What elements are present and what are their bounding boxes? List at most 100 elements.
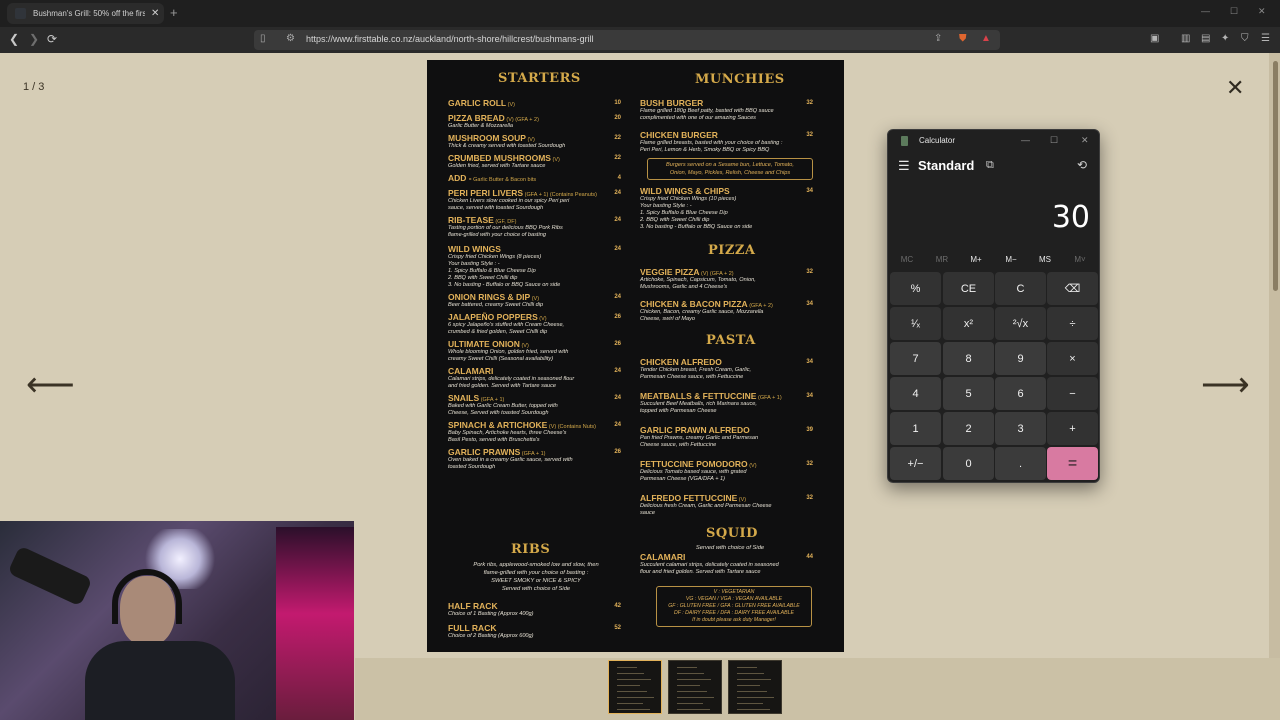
digit-3-key[interactable]: 3 xyxy=(995,412,1046,445)
digit-2-key[interactable]: 2 xyxy=(943,412,994,445)
menu-item-title: CRUMBED MUSHROOMS xyxy=(448,153,551,163)
tab-close-icon[interactable]: ✕ xyxy=(151,8,159,19)
menu-item-title: MEATBALLS & FETTUCCINE xyxy=(640,391,757,401)
vpn-icon[interactable]: ⛉ xyxy=(1241,33,1249,44)
memory-button[interactable]: M˅ xyxy=(1063,255,1097,264)
digit-9-key[interactable]: 9 xyxy=(995,342,1046,375)
squid-heading: SQUID xyxy=(706,526,758,541)
wallet-icon[interactable]: ▤ xyxy=(1201,33,1210,44)
window-maximize-icon[interactable]: ☐ xyxy=(1230,6,1238,17)
square-key[interactable]: x² xyxy=(943,307,994,340)
thumbnail-text-line xyxy=(617,685,640,686)
thumbnail-text-line xyxy=(677,697,714,698)
menu-item-title: HALF RACK xyxy=(448,601,498,611)
menu-item-price: 4 xyxy=(617,175,621,181)
gallery-thumbnails xyxy=(355,658,1280,720)
memory-button[interactable]: MC xyxy=(890,255,924,264)
memory-button[interactable]: M+ xyxy=(959,255,993,264)
decimal-key[interactable]: . xyxy=(995,447,1046,480)
calculator-menu-icon[interactable]: ☰ xyxy=(898,158,910,174)
reciprocal-key[interactable]: ¹⁄ₓ xyxy=(890,307,941,340)
menu-item-price: 24 xyxy=(614,246,621,252)
negate-key[interactable]: +/− xyxy=(890,447,941,480)
menu-item-tag: (V) xyxy=(550,157,560,163)
thumbnail-1[interactable] xyxy=(608,660,662,714)
digit-8-key[interactable]: 8 xyxy=(943,342,994,375)
scroll-thumb[interactable] xyxy=(1273,61,1278,291)
digit-1-key[interactable]: 1 xyxy=(890,412,941,445)
thumbnail-text-line xyxy=(677,679,711,680)
menu-item-tag: (V) xyxy=(506,102,515,108)
calculator-titlebar[interactable]: Calculator — ☐ ✕ xyxy=(888,130,1099,152)
menu-item-price: 24 xyxy=(614,217,621,223)
clear-key[interactable]: C xyxy=(995,272,1046,305)
memory-button[interactable]: MS xyxy=(1028,255,1062,264)
thumbnail-text-line xyxy=(737,685,760,686)
thumbnail-text-line xyxy=(617,709,650,710)
menu-item-name: FETTUCCINE POMODORO (V) xyxy=(640,459,757,469)
thumbnail-text-line xyxy=(677,673,704,674)
webcam-mic-arm xyxy=(7,545,93,607)
thumbnail-3[interactable] xyxy=(728,660,782,714)
menu-item-description: Garlic Butter & Mozzarella xyxy=(448,123,513,129)
digit-6-key[interactable]: 6 xyxy=(995,377,1046,410)
site-info-icon[interactable]: ⚙ xyxy=(286,33,295,44)
new-tab-button[interactable]: + xyxy=(170,5,178,20)
digit-0-key[interactable]: 0 xyxy=(943,447,994,480)
digit-5-key[interactable]: 5 xyxy=(943,377,994,410)
subtract-key[interactable]: − xyxy=(1047,377,1098,410)
menu-item-name: SPINACH & ARTICHOKE (V) (Contains Nuts) xyxy=(448,420,596,430)
add-key[interactable]: + xyxy=(1047,412,1098,445)
history-icon[interactable]: ⟲ xyxy=(1077,158,1087,172)
memory-button[interactable]: MR xyxy=(925,255,959,264)
calculator-close-icon[interactable]: ✕ xyxy=(1081,135,1089,146)
brave-shield-icon[interactable]: ⛊ xyxy=(959,33,967,44)
calculator-maximize-icon[interactable]: ☐ xyxy=(1050,135,1058,146)
backspace-key[interactable]: ⌫ xyxy=(1047,272,1098,305)
multiply-key[interactable]: × xyxy=(1047,342,1098,375)
leo-ai-icon[interactable]: ✦ xyxy=(1221,33,1229,44)
menu-item-title: CALAMARI xyxy=(640,552,686,562)
page-scrollbar[interactable] xyxy=(1269,53,1280,720)
digit-7-key[interactable]: 7 xyxy=(890,342,941,375)
bookmark-icon[interactable]: ▯ xyxy=(260,33,266,44)
sidebar-icon[interactable]: ▥ xyxy=(1181,33,1190,44)
browser-tab[interactable]: Bushman's Grill: 50% off the first... ✕ xyxy=(7,3,164,24)
menu-item-name: JALAPEÑO POPPERS (V) xyxy=(448,312,547,322)
memory-button[interactable]: M− xyxy=(994,255,1028,264)
thumbnail-text-line xyxy=(737,697,774,698)
menu-item-price: 44 xyxy=(806,554,813,560)
gallery-next-arrow-icon[interactable]: ⟶ xyxy=(1201,368,1250,402)
menu-icon[interactable]: ☰ xyxy=(1261,33,1270,44)
reload-icon[interactable]: ⟳ xyxy=(47,32,57,46)
window-close-icon[interactable]: ✕ xyxy=(1258,6,1266,17)
rewards-icon[interactable]: ▲ xyxy=(981,33,991,44)
media-icon[interactable]: ▣ xyxy=(1150,33,1159,44)
calculator-minimize-icon[interactable]: — xyxy=(1021,135,1030,145)
menu-item-description: Crispy fried Chicken Wings (10 pieces) Y… xyxy=(640,196,753,230)
clear-entry-key[interactable]: CE xyxy=(943,272,994,305)
address-bar[interactable]: ▯ ⚙ https://www.firsttable.co.nz/aucklan… xyxy=(254,30,1000,50)
address-url[interactable]: https://www.firsttable.co.nz/auckland/no… xyxy=(306,34,594,44)
calculator-title: Calculator xyxy=(919,136,956,145)
equals-key[interactable]: = xyxy=(1047,447,1098,480)
menu-item-title: FETTUCCINE POMODORO xyxy=(640,459,748,469)
menu-item-description: Golden fried, served with Tartare sauce xyxy=(448,163,546,169)
keep-on-top-icon[interactable]: ⧉ xyxy=(986,159,994,172)
share-icon[interactable]: ⇪ xyxy=(934,33,942,44)
menu-item-price: 24 xyxy=(614,294,621,300)
gallery-close-icon[interactable]: ✕ xyxy=(1226,75,1244,101)
percent-key[interactable]: % xyxy=(890,272,941,305)
menu-item-price: 24 xyxy=(614,395,621,401)
digit-4-key[interactable]: 4 xyxy=(890,377,941,410)
thumbnail-text-line xyxy=(737,679,771,680)
menu-item-description: Chicken, Bacon, creamy Garlic sauce, Moz… xyxy=(640,309,764,322)
thumbnail-2[interactable] xyxy=(668,660,722,714)
back-icon[interactable]: ❮ xyxy=(9,32,19,46)
square-root-key[interactable]: ²√x xyxy=(995,307,1046,340)
forward-icon[interactable]: ❯ xyxy=(29,32,39,46)
window-minimize-icon[interactable]: — xyxy=(1201,6,1210,16)
gallery-prev-arrow-icon[interactable]: ⟵ xyxy=(26,368,75,402)
menu-item-name: GARLIC PRAWNS (GFA + 1) xyxy=(448,447,545,457)
divide-key[interactable]: ÷ xyxy=(1047,307,1098,340)
